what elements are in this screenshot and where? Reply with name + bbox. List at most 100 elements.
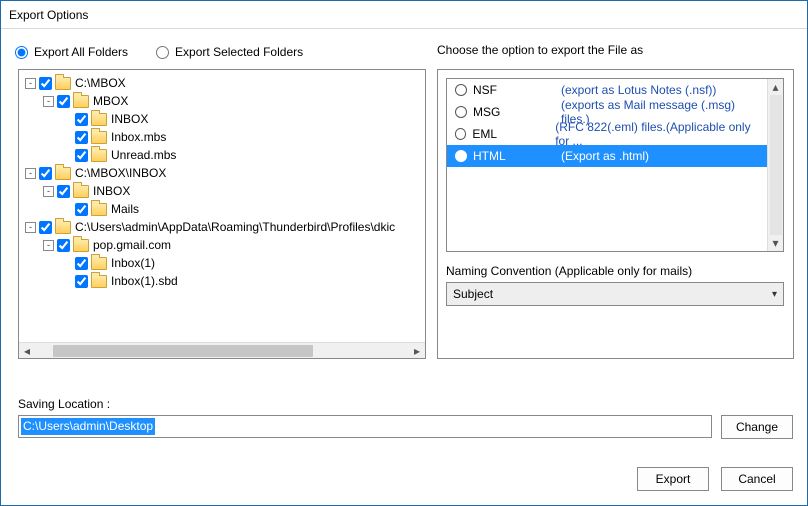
tree-checkbox[interactable] bbox=[75, 149, 88, 162]
tree-label: Inbox(1) bbox=[111, 254, 155, 272]
radio-export-selected[interactable]: Export Selected Folders bbox=[156, 45, 303, 59]
tree-checkbox[interactable] bbox=[75, 131, 88, 144]
tree-checkbox[interactable] bbox=[39, 77, 52, 90]
expander-placeholder bbox=[61, 276, 72, 287]
tree-checkbox[interactable] bbox=[39, 221, 52, 234]
folder-icon bbox=[91, 275, 107, 288]
format-description: (RFC 822(.eml) files.(Applicable only fo… bbox=[555, 120, 767, 148]
tree-row[interactable]: Mails bbox=[19, 200, 425, 218]
folder-icon bbox=[55, 77, 71, 90]
chevron-down-icon: ▾ bbox=[772, 289, 777, 300]
tree-checkbox[interactable] bbox=[75, 113, 88, 126]
saving-location-label: Saving Location : bbox=[18, 397, 110, 411]
radio-icon bbox=[455, 128, 466, 140]
scroll-track[interactable] bbox=[35, 343, 409, 359]
tree-row[interactable]: - pop.gmail.com bbox=[19, 236, 425, 254]
scroll-vthumb[interactable] bbox=[770, 95, 782, 235]
tree-row[interactable]: Inbox(1) bbox=[19, 254, 425, 272]
tree-row[interactable]: - C:\MBOX bbox=[19, 74, 425, 92]
tree-checkbox[interactable] bbox=[75, 257, 88, 270]
tree-label: INBOX bbox=[93, 182, 130, 200]
tree-label: C:\MBOX\INBOX bbox=[75, 164, 166, 182]
format-list[interactable]: NSF(export as Lotus Notes (.nsf))MSG(exp… bbox=[446, 78, 784, 252]
scroll-thumb[interactable] bbox=[53, 345, 313, 357]
format-vertical-scrollbar[interactable]: ▴ ▾ bbox=[767, 79, 783, 251]
tree-row[interactable]: INBOX bbox=[19, 110, 425, 128]
naming-convention-value: Subject bbox=[453, 287, 493, 301]
tree-row[interactable]: - INBOX bbox=[19, 182, 425, 200]
radio-icon bbox=[455, 84, 467, 96]
window-title: Export Options bbox=[1, 1, 807, 29]
folder-icon bbox=[91, 131, 107, 144]
cancel-button[interactable]: Cancel bbox=[721, 467, 793, 491]
change-button[interactable]: Change bbox=[721, 415, 793, 439]
tree-label: MBOX bbox=[93, 92, 128, 110]
tree-row[interactable]: Unread.mbs bbox=[19, 146, 425, 164]
format-name: EML bbox=[472, 127, 549, 141]
radio-export-selected-label: Export Selected Folders bbox=[175, 45, 303, 59]
expander-placeholder bbox=[61, 204, 72, 215]
radio-export-all-label: Export All Folders bbox=[34, 45, 128, 59]
collapse-icon[interactable]: - bbox=[43, 186, 54, 197]
tree-row[interactable]: Inbox.mbs bbox=[19, 128, 425, 146]
tree-checkbox[interactable] bbox=[57, 185, 70, 198]
radio-export-all-input[interactable] bbox=[15, 46, 28, 59]
tree-checkbox[interactable] bbox=[75, 275, 88, 288]
tree-row[interactable]: - C:\Users\admin\AppData\Roaming\Thunderb… bbox=[19, 218, 425, 236]
tree-checkbox[interactable] bbox=[75, 203, 88, 216]
radio-export-all[interactable]: Export All Folders bbox=[15, 45, 128, 59]
collapse-icon[interactable]: - bbox=[43, 240, 54, 251]
export-scope-radios: Export All Folders Export Selected Folde… bbox=[15, 39, 793, 65]
naming-convention-select[interactable]: Subject ▾ bbox=[446, 282, 784, 306]
tree-label: INBOX bbox=[111, 110, 148, 128]
folder-tree[interactable]: -C:\MBOX-MBOXINBOXInbox.mbsUnread.mbs-C:… bbox=[18, 69, 426, 359]
tree-checkbox[interactable] bbox=[39, 167, 52, 180]
collapse-icon[interactable]: - bbox=[25, 168, 36, 179]
format-panel: NSF(export as Lotus Notes (.nsf))MSG(exp… bbox=[437, 69, 794, 359]
format-name: NSF bbox=[473, 83, 555, 97]
folder-icon bbox=[73, 185, 89, 198]
saving-location-input[interactable]: C:\Users\admin\Desktop bbox=[18, 415, 712, 438]
saving-location-value: C:\Users\admin\Desktop bbox=[21, 418, 155, 435]
export-button[interactable]: Export bbox=[637, 467, 709, 491]
folder-icon bbox=[73, 95, 89, 108]
tree-label: pop.gmail.com bbox=[93, 236, 171, 254]
tree-label: Unread.mbs bbox=[111, 146, 176, 164]
expander-placeholder bbox=[61, 132, 72, 143]
format-option-html[interactable]: HTML(Export as .html) bbox=[447, 145, 767, 167]
folder-icon bbox=[91, 257, 107, 270]
tree-label: Inbox(1).sbd bbox=[111, 272, 178, 290]
tree-label: Mails bbox=[111, 200, 139, 218]
tree-row[interactable]: - MBOX bbox=[19, 92, 425, 110]
scroll-down-icon[interactable]: ▾ bbox=[768, 235, 783, 251]
folder-icon bbox=[91, 203, 107, 216]
expander-placeholder bbox=[61, 150, 72, 161]
tree-label: C:\MBOX bbox=[75, 74, 126, 92]
folder-icon bbox=[73, 239, 89, 252]
collapse-icon[interactable]: - bbox=[43, 96, 54, 107]
tree-checkbox[interactable] bbox=[57, 95, 70, 108]
naming-convention-label: Naming Convention (Applicable only for m… bbox=[446, 264, 785, 278]
format-description: (export as Lotus Notes (.nsf)) bbox=[561, 83, 716, 97]
collapse-icon[interactable]: - bbox=[25, 222, 36, 233]
radio-icon bbox=[455, 106, 467, 118]
collapse-icon[interactable]: - bbox=[25, 78, 36, 89]
folder-icon bbox=[55, 167, 71, 180]
tree-label: Inbox.mbs bbox=[111, 128, 166, 146]
format-description: (Export as .html) bbox=[561, 149, 649, 163]
tree-row[interactable]: - C:\MBOX\INBOX bbox=[19, 164, 425, 182]
radio-icon bbox=[455, 150, 467, 162]
tree-horizontal-scrollbar[interactable]: ◂ ▸ bbox=[19, 342, 425, 358]
radio-export-selected-input[interactable] bbox=[156, 46, 169, 59]
format-option-eml[interactable]: EML (RFC 822(.eml) files.(Applicable only… bbox=[447, 123, 767, 145]
tree-row[interactable]: Inbox(1).sbd bbox=[19, 272, 425, 290]
format-name: MSG bbox=[473, 105, 555, 119]
tree-label: C:\Users\admin\AppData\Roaming\Thunderbi… bbox=[75, 218, 395, 236]
scroll-up-icon[interactable]: ▴ bbox=[768, 79, 783, 95]
tree-checkbox[interactable] bbox=[57, 239, 70, 252]
scroll-right-icon[interactable]: ▸ bbox=[409, 343, 425, 359]
folder-icon bbox=[91, 113, 107, 126]
folder-icon bbox=[55, 221, 71, 234]
scroll-left-icon[interactable]: ◂ bbox=[19, 343, 35, 359]
expander-placeholder bbox=[61, 258, 72, 269]
